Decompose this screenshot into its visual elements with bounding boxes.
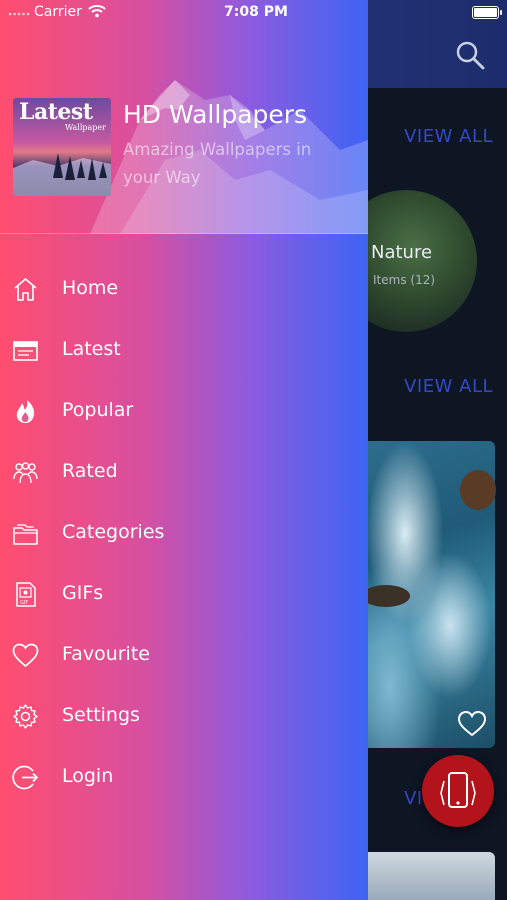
logo-tree-scene <box>13 153 111 196</box>
menu-item-settings[interactable]: Settings <box>0 686 368 747</box>
navigation-drawer: Latest Wallpaper HD Wallpapers Amazing W… <box>0 0 368 900</box>
folder-icon <box>13 524 38 545</box>
menu-item-categories[interactable]: Categories <box>0 503 368 564</box>
app-subtitle: Amazing Wallpapers in your Way <box>123 140 312 187</box>
menu-item-label: Home <box>62 277 119 299</box>
users-icon <box>13 462 38 484</box>
status-time: 7:08 PM <box>224 4 288 20</box>
view-all-link[interactable]: VIEW ALL <box>404 126 493 147</box>
view-all-link[interactable]: VIEW ALL <box>404 376 493 397</box>
login-icon <box>12 765 39 790</box>
gear-icon <box>13 704 38 729</box>
heart-icon <box>12 643 39 668</box>
category-item-count: Items (12) <box>373 273 436 287</box>
wallpaper-preview-fab[interactable] <box>422 755 494 827</box>
menu-item-popular[interactable]: Popular <box>0 381 368 442</box>
menu-item-login[interactable]: Login <box>0 747 368 808</box>
menu-item-label: Settings <box>62 704 140 726</box>
header-divider <box>0 233 368 234</box>
menu-item-home[interactable]: Home <box>0 259 368 320</box>
favourite-heart-icon[interactable] <box>458 711 486 737</box>
app-title: HD Wallpapers <box>123 100 308 129</box>
calendar-icon <box>13 341 38 361</box>
menu-item-label: Login <box>62 765 114 787</box>
drawer-header: Latest Wallpaper HD Wallpapers Amazing W… <box>0 0 368 234</box>
menu-item-label: Rated <box>62 460 118 482</box>
drawer-menu: Home Latest Popular Rated Categories GIF… <box>0 259 368 808</box>
menu-item-rated[interactable]: Rated <box>0 442 368 503</box>
home-icon <box>14 278 37 301</box>
menu-item-label: Popular <box>62 399 134 421</box>
wifi-icon <box>88 5 106 18</box>
menu-item-gifs[interactable]: GIF GIFs <box>0 564 368 625</box>
phone-rotate-icon <box>440 772 476 808</box>
menu-item-label: Categories <box>62 521 165 543</box>
carrier-name: Carrier <box>34 4 82 20</box>
signal-strength-icon <box>8 12 30 16</box>
wallpaper-rock-decoration <box>362 585 410 607</box>
menu-item-latest[interactable]: Latest <box>0 320 368 381</box>
fire-icon <box>16 400 35 423</box>
battery-icon <box>472 6 502 19</box>
menu-item-label: GIFs <box>62 582 104 604</box>
search-icon[interactable] <box>455 40 485 70</box>
gif-file-icon: GIF <box>16 582 36 607</box>
menu-item-label: Favourite <box>62 643 150 665</box>
svg-text:GIF: GIF <box>20 600 28 606</box>
category-name: Nature <box>371 242 433 263</box>
menu-item-favourite[interactable]: Favourite <box>0 625 368 686</box>
wallpaper-rock-decoration <box>460 470 496 510</box>
status-bar: Carrier 7:08 PM <box>0 0 507 26</box>
app-logo: Latest Wallpaper <box>13 98 111 196</box>
menu-item-label: Latest <box>62 338 121 360</box>
